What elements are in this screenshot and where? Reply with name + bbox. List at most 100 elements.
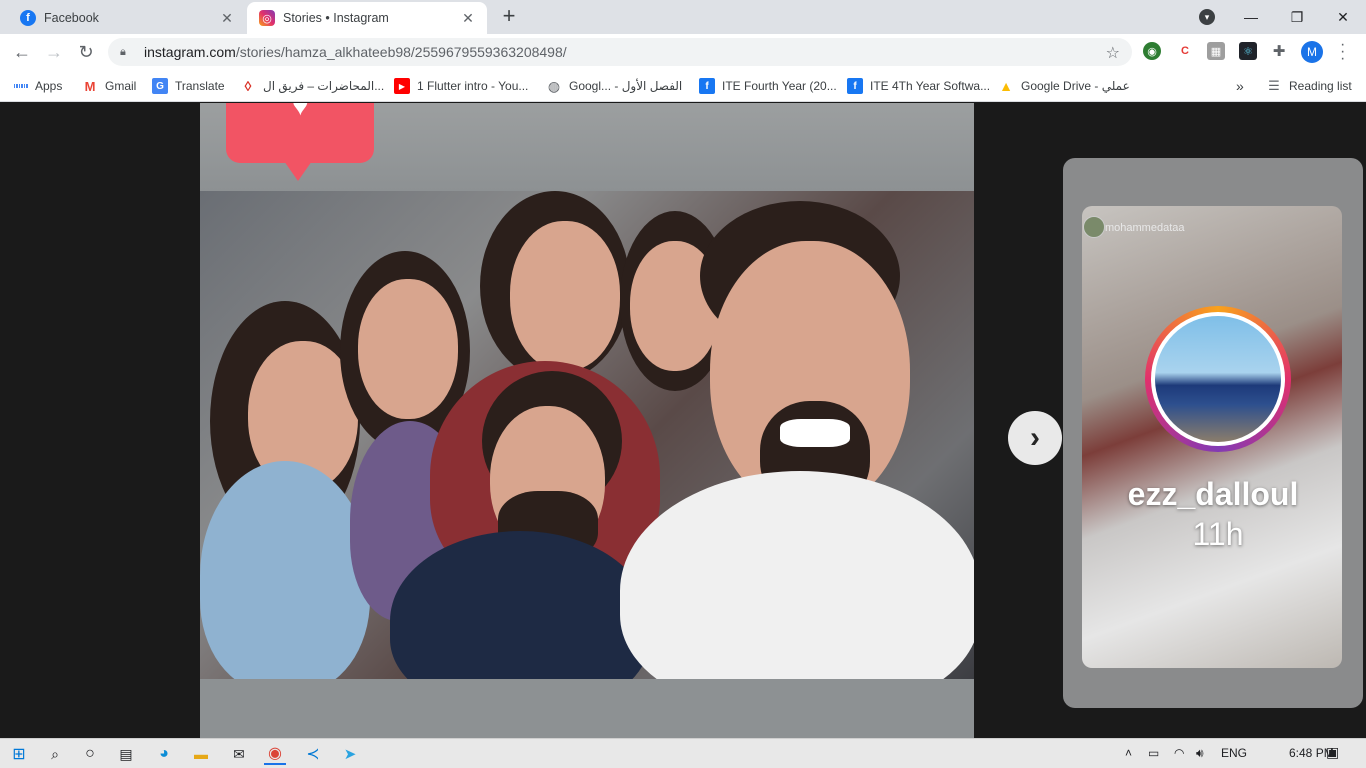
facebook-icon: f [20,10,36,26]
reading-list-icon: ☰ [1268,78,1280,93]
vscode-icon[interactable]: ≺ [302,743,324,765]
windows-taskbar: ⊞ ⌕ ○ ▤ ◕ ▬ ✉ ◉ ≺ ➤ ˄ ▭ ◠ 🔊︎ ENG 6:48 PM… [0,738,1366,768]
bookmark-star-icon[interactable]: ☆ [1106,43,1120,63]
extension-globe-icon[interactable]: ◉ [1143,42,1161,60]
reading-list-button[interactable]: ☰ Reading list [1266,76,1352,96]
cortana-icon[interactable]: ○ [79,743,101,765]
bookmark-label: Apps [35,79,63,93]
next-story-button[interactable]: › [1008,411,1062,465]
facebook-icon: f [847,78,863,94]
bookmark-lectures[interactable]: ◊ المحاضرات – فريق ال... [240,76,385,96]
extension-image-icon[interactable]: ▦ [1207,42,1225,60]
edge-icon[interactable]: ◕ [153,743,175,765]
bookmark-label: Gmail [105,79,137,93]
tab-title: Facebook [44,11,99,25]
windows-start-icon[interactable]: ⊞ [8,743,30,765]
bookmark-first-semester[interactable]: ◍ Googl... - الفصل الأول [546,76,682,96]
bookmark-translate[interactable]: G Translate [152,76,225,96]
url-host: instagram.com [144,44,236,60]
next-story-avatar-ring [1145,306,1291,452]
lock-icon[interactable]: 🔒︎ [120,45,134,59]
volume-icon[interactable]: 🔊︎ [1196,746,1204,761]
tray-overflow-icon[interactable]: ˄ [1125,746,1132,760]
profile-avatar[interactable]: M [1301,41,1323,63]
person-face [510,221,620,371]
like-sticker: ♥ [226,103,374,163]
reload-icon[interactable]: ↻ [74,40,98,64]
like-sticker-tail [284,161,312,181]
next-story-username: ezz_dalloul [1127,476,1299,512]
drop-icon: ◊ [244,78,252,94]
next-story-avatar [1155,316,1281,442]
youtube-icon: ▶ [394,78,410,94]
gmail-icon: M [84,78,96,94]
close-tab-icon[interactable]: ✕ [459,9,477,27]
current-story[interactable]: ♥ [200,103,974,738]
stories-viewer: ♥ › mohammedataa ezz_dalloul 11h [0,103,1366,738]
close-tab-icon[interactable]: ✕ [218,9,236,27]
globe-icon: ◍ [547,77,561,94]
extensions-puzzle-icon[interactable]: ✚ [1270,42,1288,60]
google-drive-icon: ▲ [999,78,1013,94]
heart-icon: ♥ [292,103,309,121]
person-smile [780,419,850,447]
bookmark-label: Googl... - الفصل الأول [569,79,683,93]
bookmark-label: المحاضرات – فريق ال... [263,79,385,93]
file-explorer-icon[interactable]: ▬ [190,743,212,765]
person-jacket [200,461,370,679]
browser-toolbar: ← → ↻ 🔒︎ instagram.com/stories/hamza_alk… [0,34,1366,70]
close-window-button[interactable]: ✕ [1320,0,1366,34]
telegram-icon[interactable]: ➤ [339,743,361,765]
bookmark-google-drive[interactable]: ▲ Google Drive - عملي [998,76,1130,96]
extension-c-icon[interactable]: C [1176,42,1194,60]
back-arrow-icon[interactable]: ← [10,40,34,64]
minimize-button[interactable]: — [1228,0,1274,34]
bookmark-ite-4th-year-software[interactable]: f ITE 4Th Year Softwa... [847,76,990,96]
search-icon[interactable]: ⌕ [44,743,66,765]
more-menu-icon[interactable]: · · · [1340,37,1345,67]
story-photo [200,191,974,679]
person-face [358,279,458,419]
bookmark-gmail[interactable]: M Gmail [82,76,137,96]
tab-search-icon[interactable]: ▾ [1199,9,1215,25]
bookmark-label: Translate [175,79,225,93]
tab-strip: f Facebook ✕ ◎ Stories • Instagram ✕ + ▾… [0,0,1366,34]
story-bottom-area [200,679,974,738]
tab-title: Stories • Instagram [283,11,389,25]
bookmark-label: Google Drive - عملي [1021,79,1130,93]
tab-instagram-stories[interactable]: ◎ Stories • Instagram ✕ [247,2,487,34]
forward-arrow-icon[interactable]: → [42,40,66,64]
translate-icon: G [152,78,168,94]
restore-button[interactable]: ❐ [1274,0,1320,34]
bookmark-label: Reading list [1289,79,1352,93]
bookmarks-bar: Apps M Gmail G Translate ◊ المحاضرات – ف… [0,70,1366,102]
next-story-preview[interactable]: mohammedataa ezz_dalloul 11h [1063,158,1363,708]
person-tshirt [620,471,974,679]
bookmark-label: 1 Flutter intro - You... [417,79,529,93]
tab-facebook[interactable]: f Facebook ✕ [8,2,246,34]
wifi-icon[interactable]: ◠ [1174,746,1184,760]
bookmark-apps[interactable]: Apps [13,76,63,96]
mail-icon[interactable]: ✉ [228,743,250,765]
notifications-icon[interactable]: ▣ [1326,744,1339,761]
url-text: instagram.com/stories/hamza_alkhateeb98/… [144,44,567,60]
bookmark-flutter-intro[interactable]: ▶ 1 Flutter intro - You... [394,76,528,96]
window-controls: — ❐ ✕ [1228,0,1366,34]
overflow-icon: » [1236,78,1244,94]
bookmark-label: ITE Fourth Year (20... [722,79,837,93]
bookmarks-overflow-button[interactable]: » [1236,76,1244,96]
url-path: /stories/hamza_alkhateeb98/2559679559363… [235,44,567,60]
avatar-border [1151,312,1285,446]
react-devtools-icon[interactable]: ⚛ [1239,42,1257,60]
task-view-icon[interactable]: ▤ [115,743,137,765]
address-bar[interactable]: 🔒︎ instagram.com/stories/hamza_alkhateeb… [108,38,1132,66]
new-tab-button[interactable]: + [498,5,520,28]
chrome-icon[interactable]: ◉ [264,743,286,765]
battery-icon[interactable]: ▭ [1148,746,1159,760]
bookmark-label: ITE 4Th Year Softwa... [870,79,991,93]
small-username: mohammedataa [1105,222,1185,234]
language-indicator[interactable]: ENG [1221,746,1247,760]
bookmark-ite-fourth-year[interactable]: f ITE Fourth Year (20... [699,76,837,96]
small-avatar [1083,216,1105,238]
instagram-icon: ◎ [259,10,275,26]
